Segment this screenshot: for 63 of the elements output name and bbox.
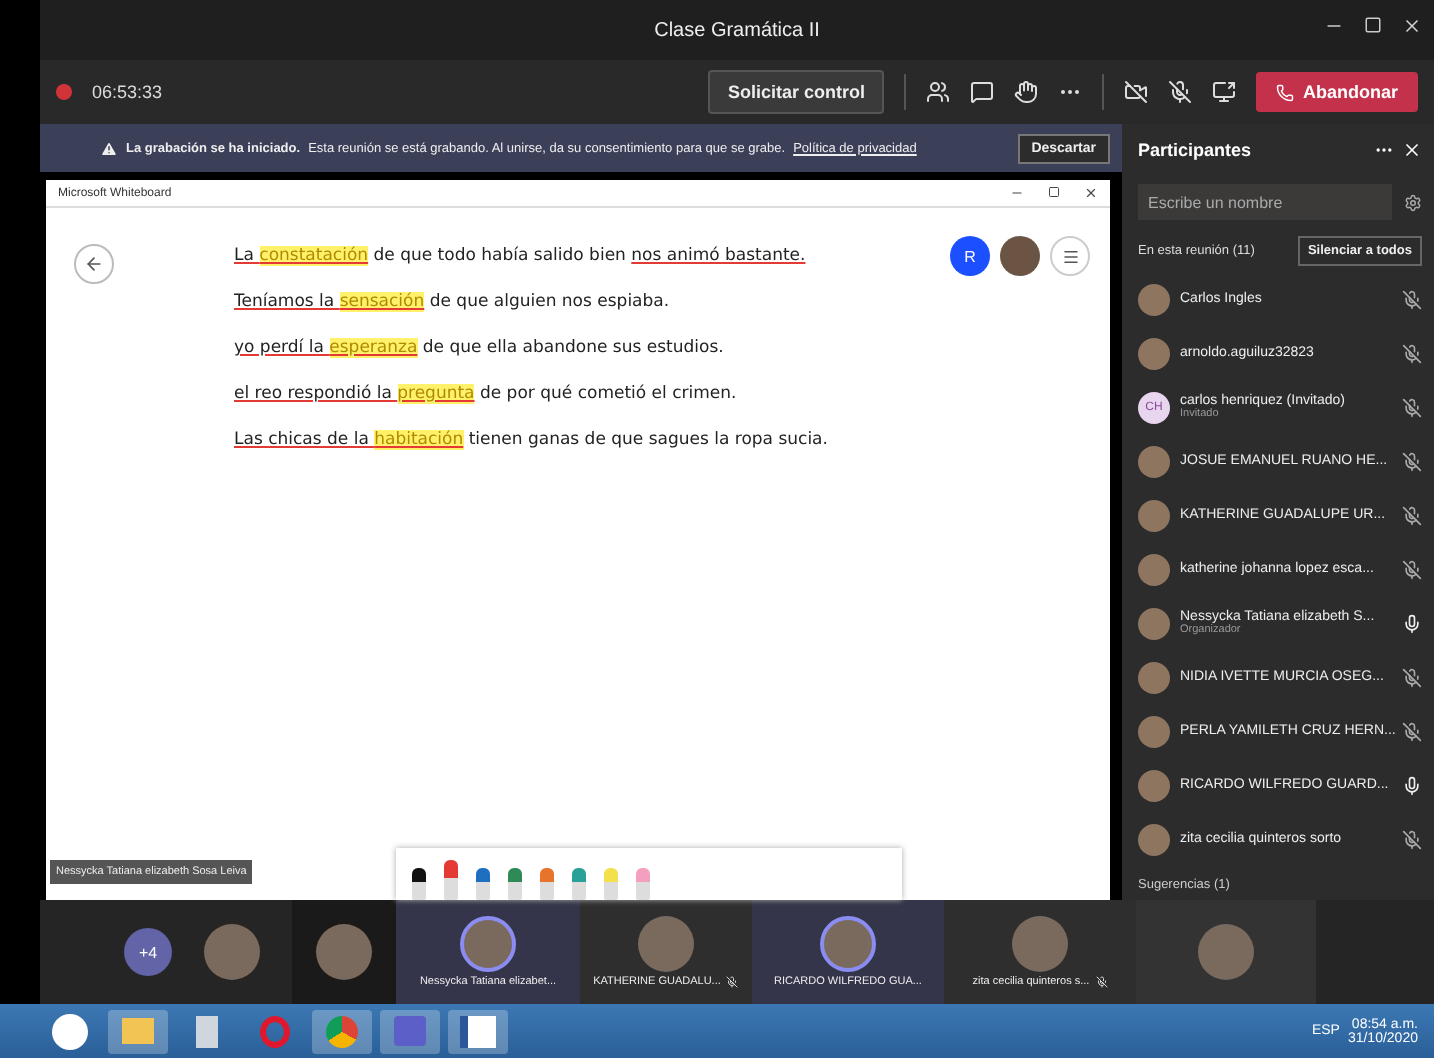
avatar	[1138, 661, 1170, 693]
mic-off-icon[interactable]	[1402, 667, 1422, 687]
browser-icon[interactable]	[312, 1009, 372, 1053]
mic-off-icon[interactable]	[1402, 343, 1422, 363]
avatar	[1138, 499, 1170, 531]
camera-off-icon[interactable]	[1124, 80, 1149, 104]
avatar	[638, 916, 694, 972]
avatar	[1138, 283, 1170, 315]
user-avatar: R	[950, 236, 990, 276]
warning-icon	[100, 139, 118, 157]
maximize-icon[interactable]	[1048, 186, 1060, 198]
avatar	[1138, 607, 1170, 639]
microphone-icon[interactable]	[1402, 613, 1422, 633]
handwritten-sentence: el reo respondió la pregunta de por qué cometió el crimen.	[234, 382, 739, 408]
leave-button[interactable]: Abandonar	[1256, 72, 1418, 112]
menu-icon	[1061, 247, 1079, 265]
avatar	[1198, 924, 1254, 980]
window-title: Clase Gramática II	[654, 19, 820, 41]
avatar	[1138, 337, 1170, 369]
mic-off-icon[interactable]	[1402, 559, 1422, 579]
avatar	[1138, 823, 1170, 855]
avatar	[1012, 916, 1068, 972]
handwritten-sentence: Teníamos la sensación de que alguien nos espiaba.	[234, 290, 672, 316]
people-icon[interactable]	[926, 80, 951, 104]
avatar	[204, 924, 260, 980]
mic-off-icon[interactable]	[1402, 289, 1422, 309]
mic-off-icon[interactable]	[1402, 505, 1422, 525]
folder-icon[interactable]	[108, 1009, 168, 1053]
panel-title: Participantes	[1138, 140, 1252, 160]
avatar	[316, 924, 372, 980]
mic-off-icon[interactable]	[1402, 451, 1422, 471]
mic-off-icon[interactable]	[1402, 721, 1422, 741]
avatar	[1138, 715, 1170, 747]
share-screen-icon[interactable]	[1212, 80, 1237, 104]
handwritten-sentence: yo perdí la esperanza de que ella abandone sus estudios.	[234, 336, 726, 362]
chat-icon[interactable]	[970, 80, 995, 104]
handwritten-sentence: La constatación de que todo había salido bien nos animó bastante.	[234, 244, 808, 270]
close-icon[interactable]	[1084, 186, 1098, 200]
close-icon[interactable]	[1402, 16, 1422, 36]
pen-icon[interactable]	[412, 868, 426, 900]
avatar	[1138, 445, 1170, 477]
handwritten-sentence: Las chicas de la habitación tienen ganas de que sagues la ropa sucia.	[234, 428, 830, 454]
avatar	[460, 916, 516, 972]
back-button[interactable]	[74, 244, 114, 284]
settings-icon[interactable]	[1404, 193, 1422, 211]
document-icon[interactable]	[448, 1009, 508, 1053]
avatar	[1138, 553, 1170, 585]
avatar-icon	[1000, 236, 1040, 276]
meeting-timer: 06:53:33	[92, 82, 163, 102]
phone-icon	[1276, 83, 1295, 101]
avatar	[820, 916, 876, 972]
mic-off-icon[interactable]	[1402, 829, 1422, 849]
name-search-field[interactable]: Escribe un nombre	[1138, 184, 1392, 220]
request-control-button[interactable]: Solicitar control	[707, 70, 885, 114]
hand-icon[interactable]	[1014, 80, 1039, 104]
avatar	[1138, 769, 1170, 801]
menu-button[interactable]	[1050, 236, 1090, 276]
back-arrow-icon	[84, 254, 104, 274]
close-icon[interactable]	[1402, 140, 1422, 160]
recording-dot	[56, 84, 72, 100]
mic-off-icon[interactable]	[1402, 397, 1422, 417]
microphone-icon[interactable]	[1402, 775, 1422, 795]
more-participants-button[interactable]: +4	[124, 928, 172, 976]
